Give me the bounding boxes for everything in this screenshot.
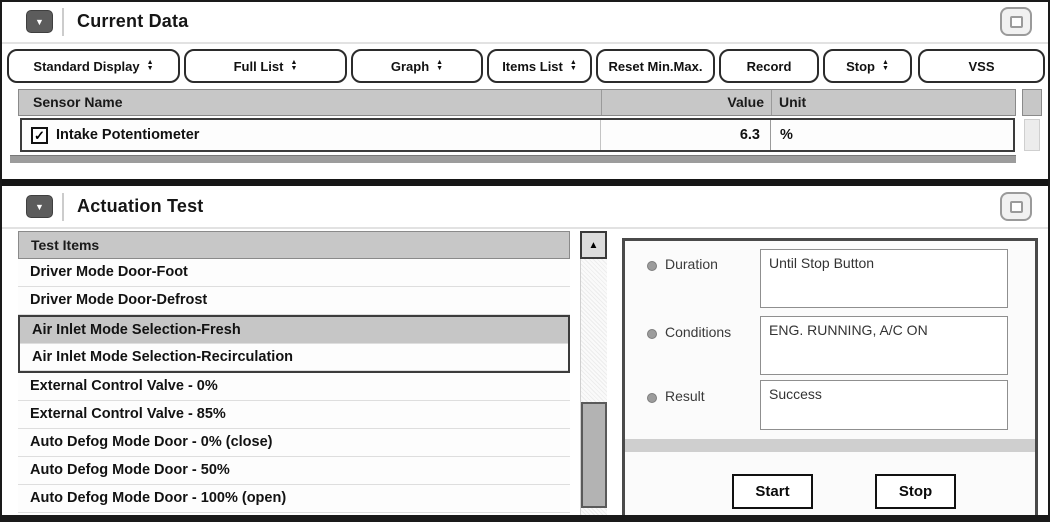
- stop-dropdown[interactable]: Stop ▲▼: [823, 49, 912, 83]
- chevron-down-icon: ▼: [35, 17, 44, 27]
- actuation-test-collapse-button[interactable]: ▼: [26, 195, 53, 218]
- sensor-unit: %: [780, 127, 793, 143]
- column-header-sensor-name: Sensor Name: [33, 90, 122, 115]
- list-item[interactable]: Driver Mode Door-Defrost: [18, 287, 570, 315]
- record-button[interactable]: Record: [719, 49, 819, 83]
- full-list-dropdown[interactable]: Full List ▲▼: [184, 49, 347, 83]
- vss-button[interactable]: VSS: [918, 49, 1045, 83]
- button-label: VSS: [968, 59, 994, 74]
- column-divider: [601, 90, 602, 115]
- reset-min-max-button[interactable]: Reset Min.Max.: [596, 49, 715, 83]
- sensor-table-header: Sensor Name Value Unit: [18, 89, 1016, 116]
- popup-arrows-icon: ▲▼: [436, 60, 443, 72]
- conditions-value-box: ENG. RUNNING, A/C ON: [760, 316, 1008, 375]
- header-rule: [2, 42, 1048, 44]
- sensor-value: 6.3: [582, 127, 760, 143]
- table-scrollbar-header: [1022, 89, 1042, 116]
- result-label: Result: [665, 388, 705, 404]
- items-list-dropdown[interactable]: Items List ▲▼: [487, 49, 592, 83]
- button-label: Stop: [846, 59, 875, 74]
- button-label: Reset Min.Max.: [609, 59, 703, 74]
- actuation-test-title: Actuation Test: [77, 196, 203, 217]
- arrow-up-icon: ▲: [589, 240, 599, 251]
- current-data-collapse-button[interactable]: ▼: [26, 10, 53, 33]
- button-label: Record: [747, 59, 792, 74]
- column-header-value: Value: [604, 90, 764, 115]
- sensor-checkbox[interactable]: ✓: [31, 127, 48, 144]
- bullet-icon: [647, 329, 657, 339]
- list-item[interactable]: External Control Valve - 85%: [18, 401, 570, 429]
- diagnostic-app-window: ▼ Current Data Standard Display ▲▼ Full …: [0, 0, 1050, 522]
- standard-display-dropdown[interactable]: Standard Display ▲▼: [7, 49, 180, 83]
- current-data-maximize-button[interactable]: [1000, 7, 1032, 36]
- column-header-unit: Unit: [779, 90, 806, 115]
- list-scrollbar-track[interactable]: [580, 259, 607, 515]
- sensor-name: Intake Potentiometer: [56, 127, 199, 143]
- list-item[interactable]: Auto Defog Mode Door - 100% (open): [18, 485, 570, 513]
- list-item[interactable]: Auto Defog Mode Door - 50%: [18, 457, 570, 485]
- button-label: Items List: [502, 59, 563, 74]
- list-item[interactable]: Driver Mode Door-Foot: [18, 259, 570, 287]
- scroll-up-button[interactable]: ▲: [580, 231, 607, 259]
- duration-value-box: Until Stop Button: [760, 249, 1008, 308]
- column-divider: [771, 90, 772, 115]
- conditions-label: Conditions: [665, 324, 731, 340]
- actuation-test-maximize-button[interactable]: [1000, 192, 1032, 221]
- bullet-icon: [647, 393, 657, 403]
- selected-item-group: Air Inlet Mode Selection-Fresh Air Inlet…: [18, 315, 570, 373]
- popup-arrows-icon: ▲▼: [290, 60, 297, 72]
- test-items-header: Test Items: [18, 231, 570, 259]
- details-bottom-edge: [625, 439, 1035, 452]
- current-data-title: Current Data: [77, 11, 188, 32]
- list-item[interactable]: Auto Defog Mode Door - 0% (close): [18, 429, 570, 457]
- button-label: Full List: [234, 59, 284, 74]
- duration-label: Duration: [665, 256, 718, 272]
- check-icon: ✓: [34, 129, 45, 142]
- list-scrollbar-thumb[interactable]: [581, 402, 607, 508]
- stop-button[interactable]: Stop: [875, 474, 956, 509]
- header-divider: [62, 8, 64, 36]
- header-divider: [62, 193, 64, 221]
- graph-dropdown[interactable]: Graph ▲▼: [351, 49, 483, 83]
- column-divider: [770, 120, 771, 150]
- bullet-icon: [647, 261, 657, 271]
- maximize-icon: [1010, 16, 1023, 28]
- popup-arrows-icon: ▲▼: [882, 60, 889, 72]
- chevron-down-icon: ▼: [35, 202, 44, 212]
- popup-arrows-icon: ▲▼: [147, 60, 154, 72]
- popup-arrows-icon: ▲▼: [570, 60, 577, 72]
- list-item[interactable]: External Control Valve - 0%: [18, 373, 570, 401]
- start-button[interactable]: Start: [732, 474, 813, 509]
- panel-separator: [2, 179, 1048, 186]
- header-rule: [2, 227, 1048, 229]
- list-item-selected[interactable]: Air Inlet Mode Selection-Fresh: [20, 317, 568, 344]
- test-items-list: Driver Mode Door-Foot Driver Mode Door-D…: [18, 259, 570, 513]
- table-scrollbar-track[interactable]: [1024, 119, 1040, 151]
- result-value-box: Success: [760, 380, 1008, 430]
- maximize-icon: [1010, 201, 1023, 213]
- button-label: Graph: [391, 59, 429, 74]
- table-bottom-edge: [10, 155, 1016, 163]
- list-item[interactable]: Air Inlet Mode Selection-Recirculation: [20, 344, 568, 371]
- column-divider: [600, 120, 601, 150]
- test-details-panel: Duration Until Stop Button Conditions EN…: [622, 238, 1038, 519]
- table-row[interactable]: ✓ Intake Potentiometer 6.3 %: [20, 118, 1015, 152]
- button-label: Standard Display: [33, 59, 139, 74]
